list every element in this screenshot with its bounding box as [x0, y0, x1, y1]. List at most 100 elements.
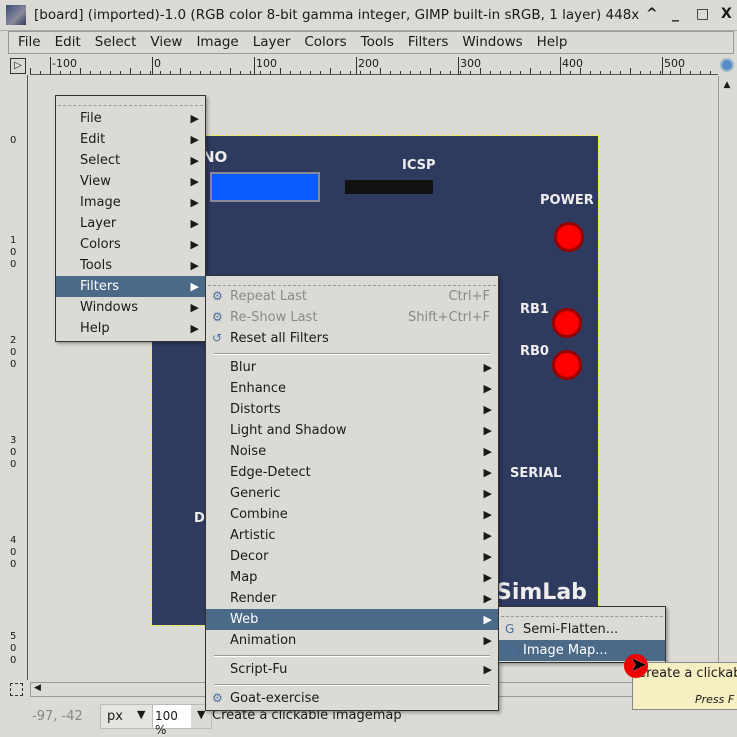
zoom-on-resize-icon[interactable]: [720, 58, 734, 72]
chevron-down-icon: ▼: [137, 708, 146, 721]
ruler-tick: [540, 71, 541, 74]
menu-item-label: Blur: [230, 360, 257, 375]
menu-item-view[interactable]: View ▶: [56, 171, 205, 192]
ruler-tick: [260, 71, 261, 74]
menu-item-label: Semi-Flatten...: [523, 622, 619, 637]
menu-item-render[interactable]: Render ▶: [206, 588, 498, 609]
menu-item-label: Edit: [80, 132, 106, 147]
quick-mask-nav-icon[interactable]: ▷: [10, 58, 26, 74]
submenu-arrow-icon: ▶: [190, 280, 199, 293]
submenu-arrow-icon: ▶: [190, 301, 199, 314]
menu-image[interactable]: Image: [187, 32, 243, 53]
menu-layer[interactable]: Layer: [244, 32, 296, 53]
tearoff-line[interactable]: [58, 100, 203, 106]
menu-item-enhance[interactable]: Enhance ▶: [206, 378, 498, 399]
menu-view[interactable]: View: [141, 32, 187, 53]
ruler-tick: [660, 71, 661, 74]
ruler-tick: [410, 71, 411, 74]
menu-item-select[interactable]: Select ▶: [56, 150, 205, 171]
menu-item-noise[interactable]: Noise ▶: [206, 441, 498, 462]
menu-item-semi-flatten[interactable]: G Semi-Flatten...: [499, 619, 665, 640]
zoom-input[interactable]: 100 %: [153, 705, 191, 737]
menu-separator: [214, 353, 490, 355]
ruler-tick: [120, 71, 121, 74]
tearoff-line[interactable]: [501, 611, 663, 617]
ruler-tick: [500, 71, 501, 74]
submenu-arrow-icon: ▶: [483, 571, 492, 584]
menu-item-combine[interactable]: Combine ▶: [206, 504, 498, 525]
menu-item-edge-detect[interactable]: Edge-Detect ▶: [206, 462, 498, 483]
vertical-scrollbar[interactable]: ▲: [718, 76, 735, 680]
shortcut-label: Shift+Ctrl+F: [408, 310, 490, 325]
menu-filters[interactable]: Filters: [399, 32, 453, 53]
lcd-component: [210, 172, 320, 202]
zoom-select[interactable]: 100 % ▼: [152, 704, 212, 737]
ruler-label: 4 0 0: [10, 535, 17, 570]
menu-item-reset-all-filters[interactable]: ↺ Reset all Filters: [206, 328, 498, 349]
menu-item-web[interactable]: Web ▶: [206, 609, 498, 630]
ruler-tick: [50, 71, 51, 74]
ruler-tick: [290, 71, 291, 74]
menu-edit[interactable]: Edit: [46, 32, 86, 53]
ruler-label: 2 0 0: [10, 335, 17, 370]
menu-item-label: Noise: [230, 444, 267, 459]
menu-item-script-fu[interactable]: Script-Fu ▶: [206, 659, 498, 680]
ruler-tick: [100, 71, 101, 74]
menu-item-image[interactable]: Image ▶: [56, 192, 205, 213]
menu-item-animation[interactable]: Animation ▶: [206, 630, 498, 651]
menu-item-artistic[interactable]: Artistic ▶: [206, 525, 498, 546]
menu-tools[interactable]: Tools: [352, 32, 399, 53]
maximize-button[interactable]: □: [696, 6, 709, 22]
ruler-tick: [460, 71, 461, 74]
ruler-tick: [400, 71, 401, 74]
submenu-arrow-icon: ▶: [483, 634, 492, 647]
menu-windows[interactable]: Windows: [453, 32, 527, 53]
menu-file[interactable]: File: [9, 32, 46, 53]
menu-item-label: Windows: [80, 300, 139, 315]
menu-item-decor[interactable]: Decor ▶: [206, 546, 498, 567]
menu-item-label: Generic: [230, 486, 281, 501]
menu-item-blur[interactable]: Blur ▶: [206, 357, 498, 378]
menu-item-generic[interactable]: Generic ▶: [206, 483, 498, 504]
menu-item-map[interactable]: Map ▶: [206, 567, 498, 588]
menu-item-layer[interactable]: Layer ▶: [56, 213, 205, 234]
ruler-tick: [560, 71, 561, 74]
submenu-arrow-icon: ▶: [483, 487, 492, 500]
submenu-arrow-icon: ▶: [190, 175, 199, 188]
menu-item-help[interactable]: Help ▶: [56, 318, 205, 339]
menu-item-label: Combine: [230, 507, 288, 522]
menu-item-label: Decor: [230, 549, 269, 564]
gimp-icon: G: [505, 622, 515, 636]
menu-item-goat-exercise[interactable]: ⚙ Goat-exercise: [206, 688, 498, 709]
submenu-arrow-icon: ▶: [190, 259, 199, 272]
menu-item-file[interactable]: File ▶: [56, 108, 205, 129]
menu-select[interactable]: Select: [86, 32, 142, 53]
menu-item-repeat-last: ⚙ Repeat Last Ctrl+F: [206, 286, 498, 307]
menu-item-label: Script-Fu: [230, 662, 288, 677]
selection-mode-icon[interactable]: [10, 683, 23, 696]
menu-item-edit[interactable]: Edit ▶: [56, 129, 205, 150]
ruler-tick: [300, 71, 301, 74]
board-label-serial: SERIAL: [510, 466, 562, 481]
unit-select[interactable]: px ▼: [100, 704, 154, 729]
menu-item-light-and-shadow[interactable]: Light and Shadow ▶: [206, 420, 498, 441]
menu-item-re-show-last: ⚙ Re-Show Last Shift+Ctrl+F: [206, 307, 498, 328]
submenu-arrow-icon: ▶: [483, 529, 492, 542]
menu-item-colors[interactable]: Colors ▶: [56, 234, 205, 255]
shade-button[interactable]: ^: [646, 6, 658, 22]
menu-item-distorts[interactable]: Distorts ▶: [206, 399, 498, 420]
menu-item-label: Light and Shadow: [230, 423, 347, 438]
menu-colors[interactable]: Colors: [295, 32, 351, 53]
image-context-menu: File ▶ Edit ▶ Select ▶ View ▶ Image ▶ Layer ▶ Colors…: [55, 95, 206, 342]
minimize-button[interactable]: _: [672, 6, 679, 22]
ruler-tick: [150, 71, 151, 74]
ruler-tick: [210, 71, 211, 74]
ruler-label: 0: [10, 135, 17, 146]
menu-item-windows[interactable]: Windows ▶: [56, 297, 205, 318]
close-button[interactable]: X: [721, 6, 732, 22]
menu-item-filters[interactable]: Filters ▶: [56, 276, 205, 297]
menu-item-tools[interactable]: Tools ▶: [56, 255, 205, 276]
menu-help[interactable]: Help: [528, 32, 573, 53]
menu-item-label: File: [80, 111, 102, 126]
menu-item-label: Reset all Filters: [230, 331, 329, 346]
